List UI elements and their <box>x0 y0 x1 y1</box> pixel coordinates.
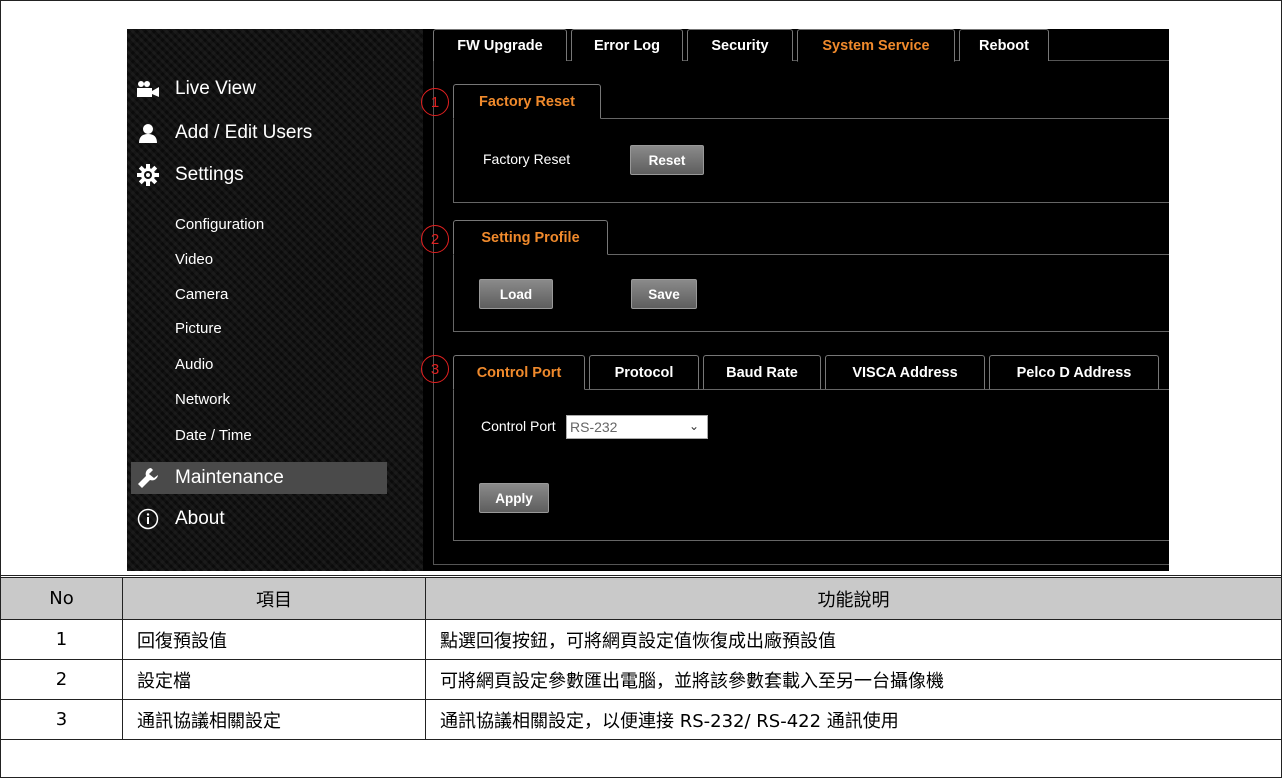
wrench-icon <box>137 467 159 489</box>
marker-1: 1 <box>421 88 449 116</box>
table-header-row: No 項目 功能說明 <box>0 577 1282 620</box>
save-button[interactable]: Save <box>631 279 697 309</box>
tab-protocol[interactable]: Protocol <box>589 355 699 389</box>
row-no: 3 <box>0 699 123 740</box>
tab-error-log[interactable]: Error Log <box>571 29 683 61</box>
setting-profile-section <box>453 254 1169 332</box>
control-port-select[interactable]: RS-232 ⌄ <box>566 415 708 439</box>
control-port-select-value: RS-232 <box>570 419 618 435</box>
row-no: 2 <box>0 659 123 700</box>
nav-add-edit-users[interactable]: Add / Edit Users <box>137 117 312 149</box>
user-icon <box>137 122 159 144</box>
control-port-section <box>453 389 1169 541</box>
nav-settings-label: Settings <box>175 164 244 185</box>
table-row: 3 通訊協議相關設定 通訊協議相關設定，以便連接 RS-232/ RS-422 … <box>0 699 1282 740</box>
nav-about[interactable]: About <box>137 503 225 535</box>
tab-visca-address[interactable]: VISCA Address <box>825 355 985 389</box>
tab-pelco-d-address[interactable]: Pelco D Address <box>989 355 1159 389</box>
nav-audio[interactable]: Audio <box>175 356 213 373</box>
row-item: 通訊協議相關設定 <box>122 699 426 740</box>
nav-live-view-label: Live View <box>175 78 256 99</box>
table-row: 1 回復預設值 點選回復按鈕，可將網頁設定值恢復成出廠預設值 <box>0 619 1282 660</box>
tab-control-port[interactable]: Control Port <box>453 355 585 390</box>
factory-reset-label: Factory Reset <box>483 151 571 167</box>
gear-icon <box>137 164 159 186</box>
tab-reboot[interactable]: Reboot <box>959 29 1049 61</box>
nav-about-label: About <box>175 508 225 529</box>
description-table: No 項目 功能說明 1 回復預設值 點選回復按鈕，可將網頁設定值恢復成出廠預設… <box>0 577 1282 740</box>
nav-add-edit-users-label: Add / Edit Users <box>175 122 313 143</box>
tab-factory-reset[interactable]: Factory Reset <box>453 84 601 119</box>
info-icon <box>137 508 159 530</box>
nav-configuration[interactable]: Configuration <box>175 216 264 233</box>
row-description: 點選回復按鈕，可將網頁設定值恢復成出廠預設值 <box>425 619 1282 660</box>
marker-3: 3 <box>421 355 449 383</box>
header-no: No <box>0 577 123 620</box>
control-port-label: Control Port <box>481 418 556 434</box>
nav-camera[interactable]: Camera <box>175 286 228 303</box>
tab-baud-rate[interactable]: Baud Rate <box>703 355 821 389</box>
row-description: 通訊協議相關設定，以便連接 RS-232/ RS-422 通訊使用 <box>425 699 1282 740</box>
apply-button[interactable]: Apply <box>479 483 549 513</box>
video-camera-icon <box>137 78 159 100</box>
nav-picture[interactable]: Picture <box>175 320 222 337</box>
row-item: 設定檔 <box>122 659 426 700</box>
content-panel: FW Upgrade Error Log Security System Ser… <box>421 29 1169 571</box>
load-button[interactable]: Load <box>479 279 553 309</box>
nav-maintenance[interactable]: Maintenance <box>137 462 284 494</box>
nav-date-time[interactable]: Date / Time <box>175 427 252 444</box>
header-description: 功能說明 <box>425 577 1282 620</box>
nav-maintenance-label: Maintenance <box>175 467 284 488</box>
header-item: 項目 <box>122 577 426 620</box>
reset-button[interactable]: Reset <box>630 145 704 175</box>
tab-system-service[interactable]: System Service <box>797 29 955 62</box>
row-no: 1 <box>0 619 123 660</box>
chevron-down-icon: ⌄ <box>688 419 699 433</box>
nav-network[interactable]: Network <box>175 391 230 408</box>
row-description: 可將網頁設定參數匯出電腦，並將該參數套載入至另一台攝像機 <box>425 659 1282 700</box>
tab-setting-profile[interactable]: Setting Profile <box>453 220 608 255</box>
camera-web-ui-screenshot: Live View Add / Edit Users Settings Conf… <box>127 29 1169 571</box>
table-row: 2 設定檔 可將網頁設定參數匯出電腦，並將該參數套載入至另一台攝像機 <box>0 659 1282 700</box>
nav-live-view[interactable]: Live View <box>137 73 256 105</box>
tab-security[interactable]: Security <box>687 29 793 61</box>
sidebar: Live View Add / Edit Users Settings Conf… <box>127 29 423 571</box>
tab-fw-upgrade[interactable]: FW Upgrade <box>433 29 567 61</box>
marker-2: 2 <box>421 225 449 253</box>
nav-settings[interactable]: Settings <box>137 159 244 191</box>
row-item: 回復預設值 <box>122 619 426 660</box>
nav-video[interactable]: Video <box>175 251 213 268</box>
